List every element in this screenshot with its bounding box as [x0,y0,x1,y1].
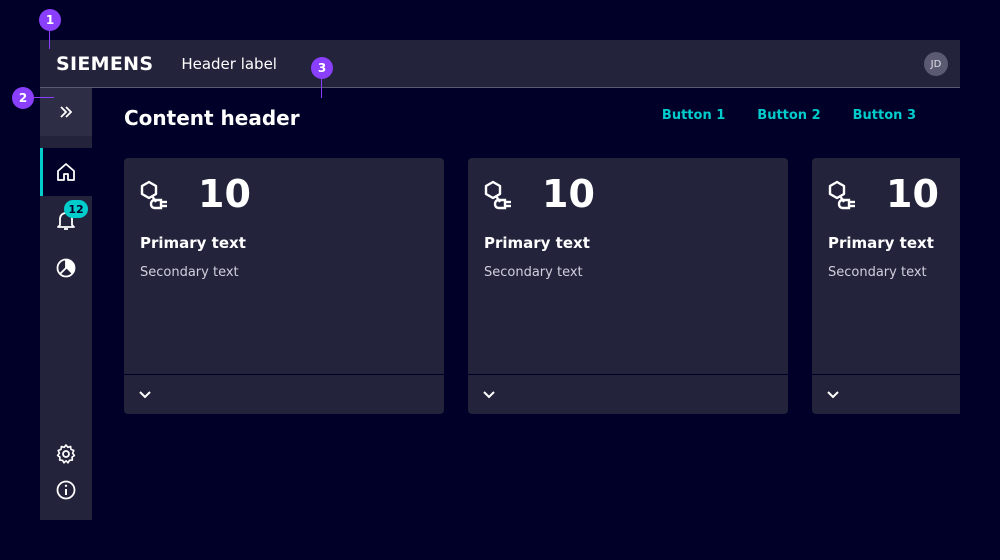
application-header: SIEMENS Header label JD [40,40,960,88]
annotation-marker-3: 3 [311,57,333,79]
kpi-card: 10 Primary text Secondary text [812,158,960,414]
info-icon [56,480,76,500]
header-label: Header label [181,54,277,73]
sidebar-item-notifications[interactable]: 12 [40,196,92,244]
card-primary-text: Primary text [140,234,246,252]
plug-icon [484,180,511,210]
kpi-card: 10 Primary text Secondary text [124,158,444,414]
kpi-value: 10 [542,172,595,216]
notification-badge: 12 [64,200,88,218]
app-frame: SIEMENS Header label JD 12 Content heade… [40,40,960,520]
card-footer [124,374,444,414]
card-footer [812,374,960,414]
card-secondary-text: Secondary text [828,265,927,280]
button-3[interactable]: Button 3 [853,108,916,123]
chevron-down-icon[interactable] [138,388,152,402]
annotation-line-3 [321,79,322,98]
kpi-value: 10 [198,172,251,216]
card-secondary-text: Secondary text [484,265,583,280]
annotation-marker-2: 2 [12,87,34,109]
button-2[interactable]: Button 2 [757,108,820,123]
card-primary-text: Primary text [828,234,934,252]
sidebar: 12 [40,88,92,520]
plug-icon [828,180,855,210]
gear-icon [56,444,76,464]
chevron-down-icon[interactable] [482,388,496,402]
chevron-down-icon[interactable] [826,388,840,402]
button-1[interactable]: Button 1 [662,108,725,123]
annotation-line-2 [34,97,54,98]
sidebar-item-charts[interactable] [40,244,92,292]
content-area: Content header Button 1 Button 2 Button … [92,88,960,520]
sidebar-item-home[interactable] [40,148,92,196]
sidebar-toggle-button[interactable] [40,88,92,136]
kpi-value: 10 [886,172,939,216]
annotation-line-1 [49,31,50,49]
card-secondary-text: Secondary text [140,265,239,280]
user-avatar[interactable]: JD [924,52,948,76]
content-header-title: Content header [124,106,300,130]
annotation-marker-1: 1 [39,9,61,31]
kpi-card: 10 Primary text Secondary text [468,158,788,414]
card-footer [468,374,788,414]
sidebar-item-info[interactable] [40,466,92,514]
plug-icon [140,180,167,210]
siemens-logo[interactable]: SIEMENS [56,53,153,75]
card-primary-text: Primary text [484,234,590,252]
pie-chart-icon [56,258,76,278]
content-actions: Button 1 Button 2 Button 3 [662,108,916,123]
home-icon [57,163,75,181]
active-indicator [40,148,43,196]
double-chevron-right-icon [60,106,73,118]
